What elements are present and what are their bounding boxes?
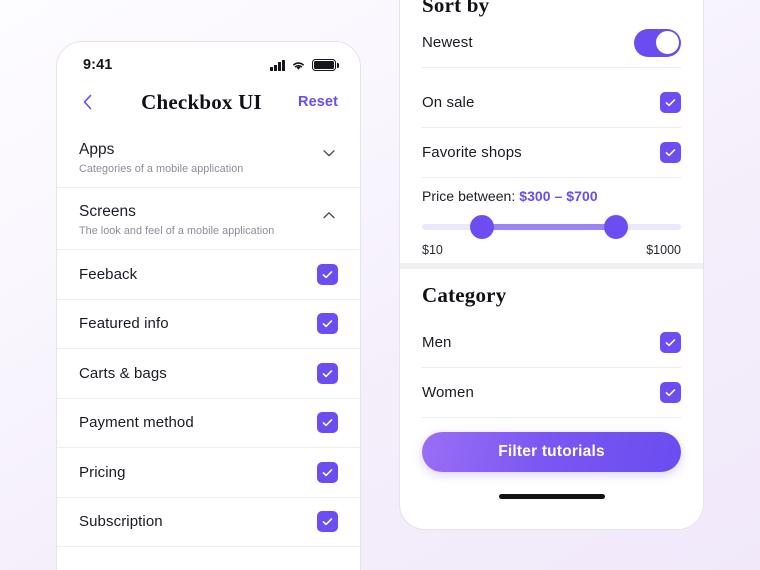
price-filter-block: Price between: $300 – $700 $10 $1000 [400,178,703,263]
price-label-prefix: Price between: [422,188,520,204]
checkbox-checked-icon[interactable] [660,142,681,163]
list-item-label: Carts & bags [79,364,167,382]
checkbox-checked-icon[interactable] [317,511,338,533]
checkbox-checked-icon[interactable] [317,461,338,483]
price-max-label: $1000 [646,243,681,257]
cellular-signal-icon [270,59,285,71]
sort-by-heading: Sort by [422,0,490,17]
filter-row-favorite-shops[interactable]: Favorite shops [422,128,681,178]
list-item[interactable]: Feeback [57,250,360,300]
group-apps-subtitle: Categories of a mobile application [79,163,244,175]
checkbox-checked-icon[interactable] [660,382,681,403]
battery-icon [312,59,339,71]
phone-right-filters: Sort by Newest On sale Favorite shops Pr… [399,0,704,530]
list-item[interactable]: Payment method [57,399,360,448]
slider-handle-max[interactable] [604,215,629,239]
phone-left-checkbox-ui: 9:41 Checkbox UI Reset Apps Categories o… [56,41,361,570]
category-label: Men [422,334,452,351]
sort-newest-row[interactable]: Newest [422,18,681,68]
slider-selected-range [481,224,617,230]
filter-row-on-sale[interactable]: On sale [422,78,681,128]
status-icons [270,59,339,71]
newest-toggle-switch[interactable] [634,28,681,57]
price-label: Price between: $300 – $700 [422,188,681,204]
list-item-label: Pricing [79,463,126,481]
chevron-down-icon[interactable] [320,144,338,162]
list-item-label: Featured info [79,315,169,333]
checkbox-checked-icon[interactable] [317,263,338,285]
group-screens-title: Screens [79,203,136,220]
home-indicator [498,494,605,499]
category-label: Women [422,384,474,401]
category-heading: Category [422,283,507,307]
list-item-label: Feeback [79,265,138,283]
status-time: 9:41 [83,57,113,73]
price-value-range: $300 – $700 [519,188,598,204]
filter-label: On sale [422,94,475,111]
price-range-slider[interactable] [422,212,681,242]
wifi-icon [293,61,304,70]
list-item-label: Payment method [79,414,194,432]
checkbox-checked-icon[interactable] [660,332,681,353]
slider-handle-min[interactable] [469,215,494,239]
category-row-men[interactable]: Men [422,318,681,368]
status-bar: 9:41 [57,42,360,78]
navigation-bar: Checkbox UI Reset [57,78,360,126]
list-item[interactable]: Subscription [57,498,360,547]
page-title: Checkbox UI [141,89,262,114]
group-apps[interactable]: Apps Categories of a mobile application [57,126,360,188]
checkbox-checked-icon[interactable] [317,412,338,434]
list-item[interactable]: Featured info [57,300,360,349]
sort-newest-label: Newest [422,34,473,51]
list-item-label: Subscription [79,513,163,531]
list-item[interactable]: Pricing [57,448,360,498]
price-min-label: $10 [422,243,443,257]
group-apps-title: Apps [79,141,115,158]
reset-button[interactable]: Reset [298,94,338,110]
chevron-left-icon[interactable] [77,91,99,113]
price-bounds: $10 $1000 [422,243,681,257]
checkbox-checked-icon[interactable] [317,313,338,335]
chevron-up-icon[interactable] [320,206,338,224]
checkbox-checked-icon[interactable] [317,362,338,384]
filter-tutorials-button[interactable]: Filter tutorials [422,432,681,472]
checkbox-checked-icon[interactable] [660,92,681,113]
list-item[interactable]: Carts & bags [57,349,360,399]
filter-label: Favorite shops [422,144,522,161]
category-row-women[interactable]: Women [422,368,681,418]
toggle-knob [655,31,679,54]
group-screens-subtitle: The look and feel of a mobile applicatio… [79,225,275,237]
group-screens[interactable]: Screens The look and feel of a mobile ap… [57,188,360,250]
